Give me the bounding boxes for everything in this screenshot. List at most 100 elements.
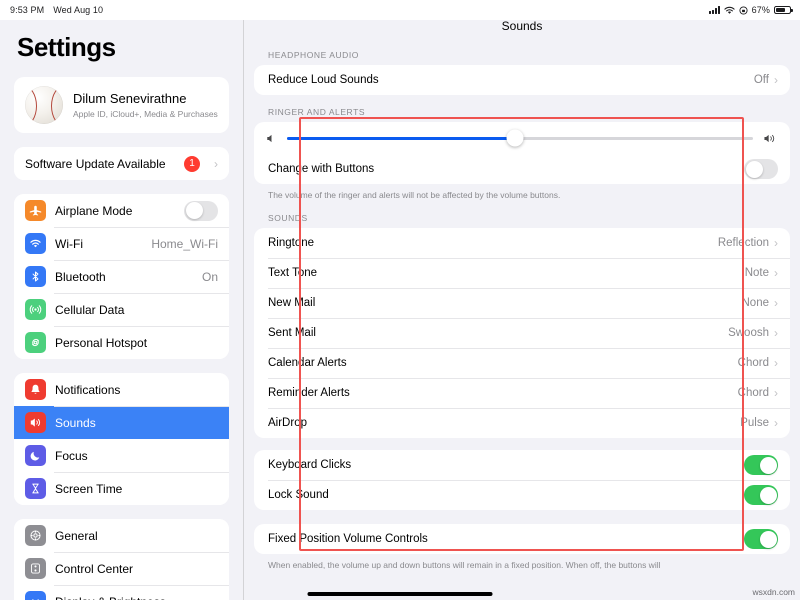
sounds-header: SOUNDS (254, 201, 790, 228)
row-keyboard-clicks[interactable]: Keyboard Clicks (254, 450, 790, 480)
ringer-footnote: The volume of the ringer and alerts will… (254, 184, 790, 201)
home-indicator (308, 592, 493, 596)
airplane-mode-toggle[interactable] (184, 201, 218, 221)
status-badge: 1 (184, 156, 200, 172)
ringer-volume-slider[interactable] (254, 122, 790, 154)
row-change-with-buttons[interactable]: Change with Buttons (254, 154, 790, 184)
gear-icon (25, 525, 46, 546)
sounds-card[interactable]: RingtoneReflection›Text ToneNote›New Mai… (254, 228, 790, 438)
wifi-icon (25, 233, 46, 254)
toggle-switch[interactable] (744, 485, 778, 505)
sound-row-value: Pulse (740, 417, 769, 429)
toggle-row-label: Keyboard Clicks (268, 459, 744, 471)
fixed-volume-card[interactable]: Fixed Position Volume Controls (254, 524, 790, 554)
slider-thumb[interactable] (507, 130, 524, 147)
hotspot-icon (25, 332, 46, 353)
sound-toggles-card[interactable]: Keyboard Clicks Lock Sound (254, 450, 790, 510)
status-time: 9:53 PM (10, 5, 44, 15)
sidebar-item-label: Display & Brightness (55, 595, 218, 600)
sound-row-label: Text Tone (268, 267, 745, 279)
sidebar-item-label: Airplane Mode (55, 204, 175, 218)
sidebar-item-control-center[interactable]: Control Center (14, 552, 229, 585)
toggle-switch[interactable] (744, 529, 778, 549)
chevron-right-icon: › (774, 326, 778, 340)
sound-row-label: Reminder Alerts (268, 387, 738, 399)
sidebar-item-sounds[interactable]: Sounds (14, 406, 229, 439)
row-text-tone[interactable]: Text ToneNote› (254, 258, 790, 288)
row-lock-sound[interactable]: Lock Sound (254, 480, 790, 510)
watermark: wsxdn.com (752, 587, 795, 597)
sidebar-item-label: Sounds (55, 416, 218, 430)
speaker-low-icon (266, 133, 277, 144)
apple-id-row[interactable]: Dilum Senevirathne Apple ID, iCloud+, Me… (14, 77, 229, 133)
sidebar-item-notifications[interactable]: Notifications (14, 373, 229, 406)
sidebar-item-label: Wi-Fi (55, 237, 142, 251)
avatar (25, 86, 63, 124)
sidebar-item-label: Bluetooth (55, 270, 193, 284)
sidebar-item-display-brightness[interactable]: AA Display & Brightness (14, 585, 229, 600)
row-new-mail[interactable]: New MailNone› (254, 288, 790, 318)
sidebar-item-wi-fi[interactable]: Wi-FiHome_Wi-Fi (14, 227, 229, 260)
account-card[interactable]: Dilum Senevirathne Apple ID, iCloud+, Me… (14, 77, 229, 133)
battery-percent: 67% (752, 5, 770, 15)
system-group[interactable]: General Control Center AA Display & Brightn… (14, 519, 229, 600)
row-reminder-alerts[interactable]: Reminder AlertsChord › (254, 378, 790, 408)
ipad-settings-screen: 9:53 PM Wed Aug 10 67% Settings (0, 0, 800, 600)
sidebar-item-label: Focus (55, 449, 218, 463)
settings-sidebar[interactable]: Settings Dilum Senevirathne Apple ID, iC… (0, 0, 243, 600)
headphone-audio-card[interactable]: Reduce Loud Sounds Off › (254, 65, 790, 95)
toggle-switch[interactable] (744, 455, 778, 475)
software-update-label: Software Update Available (25, 157, 175, 171)
sidebar-item-screen-time[interactable]: Screen Time (14, 472, 229, 505)
reduce-loud-sounds-value: Off (754, 74, 769, 86)
sidebar-item-focus[interactable]: Focus (14, 439, 229, 472)
status-bar-left: 9:53 PM Wed Aug 10 (10, 5, 103, 15)
reduce-loud-sounds-label: Reduce Loud Sounds (268, 74, 754, 86)
moon-icon (25, 445, 46, 466)
cellular-signal-icon (709, 6, 720, 14)
row-reduce-loud-sounds[interactable]: Reduce Loud Sounds Off › (254, 65, 790, 95)
ringer-card[interactable]: Change with Buttons (254, 122, 790, 184)
change-with-buttons-label: Change with Buttons (268, 163, 744, 175)
chevron-right-icon: › (774, 73, 778, 87)
chevron-right-icon: › (774, 236, 778, 250)
sound-row-value: Chord (738, 387, 769, 399)
row-calendar-alerts[interactable]: Calendar AlertsChord› (254, 348, 790, 378)
toggle-row-label: Lock Sound (268, 489, 744, 501)
chevron-right-icon: › (774, 416, 778, 430)
sidebar-item-cellular-data[interactable]: Cellular Data (14, 293, 229, 326)
row-airdrop[interactable]: AirDropPulse› (254, 408, 790, 438)
sound-row-label: Ringtone (268, 237, 718, 249)
alerts-group[interactable]: Notifications Sounds Focus Screen Time (14, 373, 229, 505)
sidebar-item-software-update[interactable]: Software Update Available 1 › (14, 147, 229, 180)
chevron-right-icon: › (774, 386, 778, 400)
sidebar-item-general[interactable]: General (14, 519, 229, 552)
cellular-icon (25, 299, 46, 320)
connectivity-group[interactable]: Airplane Mode Wi-FiHome_Wi-FiBluetoothOnC… (14, 194, 229, 359)
slider-track[interactable] (287, 137, 753, 140)
software-update-card[interactable]: Software Update Available 1 › (14, 147, 229, 180)
battery-icon (774, 6, 791, 15)
status-bar: 9:53 PM Wed Aug 10 67% (0, 0, 800, 20)
slider-fill (287, 137, 515, 140)
sound-row-label: Calendar Alerts (268, 357, 738, 369)
change-with-buttons-toggle[interactable] (744, 159, 778, 179)
row-sent-mail[interactable]: Sent MailSwoosh› (254, 318, 790, 348)
sidebar-item-label: Control Center (55, 562, 218, 576)
sidebar-item-personal-hotspot[interactable]: Personal Hotspot (14, 326, 229, 359)
row-ringtone[interactable]: RingtoneReflection› (254, 228, 790, 258)
chevron-right-icon: › (214, 157, 218, 171)
sidebar-item-bluetooth[interactable]: BluetoothOn (14, 260, 229, 293)
text-size-icon: AA (25, 591, 46, 600)
sidebar-item-label: Personal Hotspot (55, 336, 218, 350)
sound-row-label: Sent Mail (268, 327, 728, 339)
sidebar-item-label: General (55, 529, 218, 543)
row-fixed-position-volume-controls[interactable]: Fixed Position Volume Controls (254, 524, 790, 554)
bell-icon (25, 379, 46, 400)
chevron-right-icon: › (774, 296, 778, 310)
sidebar-item-airplane-mode[interactable]: Airplane Mode (14, 194, 229, 227)
hourglass-icon (25, 478, 46, 499)
sidebar-item-label: Notifications (55, 383, 218, 397)
headphone-audio-header: HEADPHONE AUDIO (254, 38, 790, 65)
page-title: Settings (17, 32, 229, 63)
